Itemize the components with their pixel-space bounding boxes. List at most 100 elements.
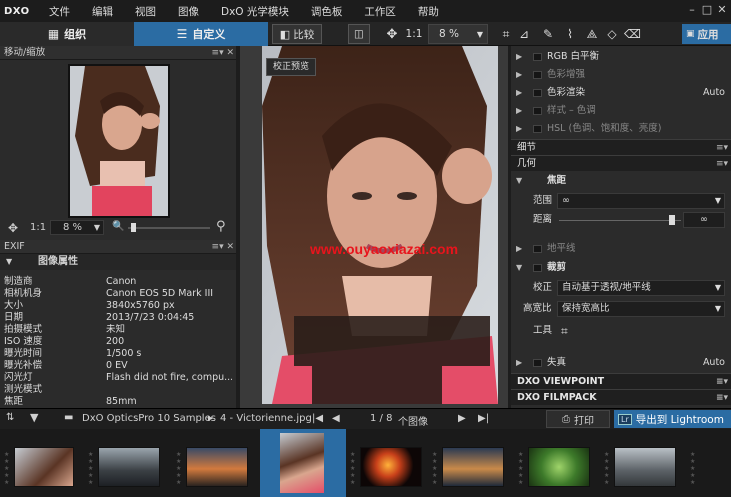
sort-icon[interactable]: ⇅ bbox=[6, 412, 14, 423]
selected-thumbnail[interactable] bbox=[280, 433, 324, 493]
section-menu-icon[interactable]: ≡▾ bbox=[716, 140, 728, 156]
thumbnail[interactable] bbox=[360, 447, 422, 487]
compare-button[interactable]: ◧ 比较 bbox=[272, 24, 322, 44]
first-image-icon[interactable]: |◀ bbox=[312, 413, 323, 424]
enable-toggle[interactable] bbox=[533, 107, 542, 115]
section-menu-icon[interactable]: ≡▾ bbox=[716, 156, 728, 172]
section-geometry[interactable]: 几何 ≡▾ bbox=[511, 155, 731, 171]
folder-path[interactable]: DxO OpticsPro 10 Samples bbox=[82, 413, 216, 424]
collapse-triangle-icon: ▼ bbox=[516, 263, 523, 272]
minimize-button[interactable]: – bbox=[685, 3, 699, 17]
menu-view[interactable]: 视图 bbox=[124, 4, 167, 19]
rating-stars[interactable]: ★ ★ ★ ★ ★ bbox=[176, 451, 184, 486]
printer-icon: ⎙ bbox=[562, 413, 570, 425]
rating-stars[interactable]: ★ ★ ★ ★ ★ bbox=[604, 451, 612, 486]
section-detail[interactable]: 细节 ≡▾ bbox=[511, 139, 731, 155]
focal-header[interactable]: ▼ 焦距 bbox=[511, 173, 731, 189]
rating-stars[interactable]: ★ ★ ★ ★ ★ bbox=[432, 451, 440, 486]
horizon-row[interactable]: ▶ 地平线 bbox=[511, 241, 731, 257]
rating-stars[interactable]: ★ ★ ★ ★ ★ bbox=[350, 451, 358, 486]
selected-thumbnail-frame[interactable] bbox=[260, 429, 346, 497]
expand-triangle-icon: ▶ bbox=[516, 106, 523, 115]
zoom-select[interactable]: 8 % ▼ bbox=[428, 24, 488, 44]
distance-slider[interactable] bbox=[559, 220, 681, 221]
local-adjust-icon[interactable]: ◇ bbox=[604, 26, 620, 42]
tab-organize-label: 组织 bbox=[64, 28, 87, 41]
apply-button[interactable]: ▣ 应用 bbox=[682, 24, 731, 44]
thumbnail[interactable] bbox=[614, 447, 676, 487]
enable-toggle[interactable] bbox=[533, 71, 542, 79]
distortion-row[interactable]: ▶ 失真 Auto bbox=[511, 355, 731, 371]
zoom-1to1-button[interactable]: 1:1 bbox=[404, 24, 424, 44]
enable-toggle[interactable] bbox=[533, 359, 542, 367]
thumbnail[interactable] bbox=[98, 447, 160, 487]
menu-image[interactable]: 图像 bbox=[167, 4, 210, 19]
rating-stars[interactable]: ★ ★ ★ ★ ★ bbox=[88, 451, 96, 486]
panel-menu-icon[interactable]: ≡▾ ✕ bbox=[212, 46, 234, 60]
enable-toggle[interactable] bbox=[533, 264, 542, 272]
exif-menu-icon[interactable]: ≡▾ ✕ bbox=[212, 240, 234, 254]
next-image-icon[interactable]: ▶ bbox=[458, 413, 466, 424]
straighten-tool-icon[interactable]: ⊿ bbox=[516, 26, 532, 42]
enable-toggle[interactable] bbox=[533, 245, 542, 253]
tab-customize[interactable]: ☰ 自定义 bbox=[134, 22, 268, 46]
last-image-icon[interactable]: ▶| bbox=[478, 413, 489, 424]
rgb-white-balance-row[interactable]: ▶ RGB 白平衡 bbox=[511, 49, 731, 65]
move-icon[interactable]: ✥ bbox=[8, 221, 18, 235]
rating-stars[interactable]: ★ ★ ★ ★ ★ bbox=[690, 451, 698, 486]
section-menu-icon[interactable]: ≡▾ bbox=[716, 374, 728, 390]
thumbnail[interactable] bbox=[442, 447, 504, 487]
zoom-slider-handle[interactable] bbox=[131, 223, 136, 232]
zoom-slider[interactable] bbox=[128, 227, 210, 229]
prev-image-icon[interactable]: ◀ bbox=[332, 413, 340, 424]
zoom-in-icon[interactable]: ⚲ bbox=[216, 219, 226, 234]
crop-tool-icon[interactable]: ⌗ bbox=[498, 26, 514, 42]
restore-button[interactable]: □ bbox=[700, 3, 714, 17]
print-button[interactable]: ⎙ 打印 bbox=[546, 410, 610, 428]
enable-toggle[interactable] bbox=[533, 53, 542, 61]
zoom-out-icon[interactable]: 🔍 bbox=[112, 221, 124, 232]
image-props-header[interactable]: ▼ 图像属性 bbox=[0, 254, 236, 270]
style-tone-row[interactable]: ▶ 样式 – 色调 bbox=[511, 103, 731, 119]
menu-edit[interactable]: 编辑 bbox=[81, 4, 124, 19]
tab-organize[interactable]: ▦ 组织 bbox=[0, 22, 134, 46]
hsl-row[interactable]: ▶ HSL (色调、饱和度、亮度) bbox=[511, 121, 731, 137]
correction-select[interactable]: 自动基于透视/地平线 ▼ bbox=[557, 280, 725, 296]
close-window-button[interactable]: ✕ bbox=[715, 3, 729, 17]
menu-palettes[interactable]: 调色板 bbox=[300, 4, 354, 19]
crop-header[interactable]: ▼ 裁剪 bbox=[511, 260, 731, 276]
menu-optics[interactable]: DxO 光学模块 bbox=[210, 4, 300, 19]
navigator-zoom-select[interactable]: 8 % ▼ bbox=[50, 220, 104, 235]
menu-file[interactable]: 文件 bbox=[38, 4, 81, 19]
menu-workspace[interactable]: 工作区 bbox=[353, 4, 407, 19]
menu-help[interactable]: 帮助 bbox=[407, 4, 450, 19]
zoom-1to1-label[interactable]: 1:1 bbox=[30, 222, 46, 233]
section-filmpack[interactable]: DXO FILMPACK ≡▾ bbox=[511, 389, 731, 405]
enable-toggle[interactable] bbox=[533, 125, 542, 133]
distance-input[interactable]: ∞ bbox=[683, 212, 725, 228]
image-viewer[interactable]: 校正预览 www.ouyaoxiazai.com ••• bbox=[240, 46, 508, 415]
filter-icon[interactable]: ▼ bbox=[30, 411, 38, 424]
crop-tool-icon[interactable]: ⌗ bbox=[561, 323, 568, 339]
enable-toggle[interactable] bbox=[533, 89, 542, 97]
eraser-icon[interactable]: ⌫ bbox=[624, 26, 641, 42]
perspective-icon[interactable]: ⟁ bbox=[584, 26, 600, 42]
section-menu-icon[interactable]: ≡▾ bbox=[716, 390, 728, 406]
export-lightroom-button[interactable]: Lr 导出到 Lightroom bbox=[614, 410, 731, 428]
white-balance-picker-icon[interactable]: ✎ bbox=[540, 26, 556, 42]
distance-slider-handle[interactable] bbox=[669, 215, 675, 225]
pan-tool-button[interactable]: ✥ bbox=[384, 24, 400, 44]
section-viewpoint[interactable]: DXO VIEWPOINT ≡▾ bbox=[511, 373, 731, 389]
aspect-select[interactable]: 保持宽高比 ▼ bbox=[557, 301, 725, 317]
thumbnail[interactable] bbox=[186, 447, 248, 487]
rating-stars[interactable]: ★ ★ ★ ★ ★ bbox=[518, 451, 526, 486]
navigator-thumbnail[interactable] bbox=[68, 64, 170, 218]
color-accent-row[interactable]: ▶ 色彩增强 bbox=[511, 67, 731, 83]
volume-deformation-icon[interactable]: ⌇ bbox=[562, 26, 578, 42]
range-select[interactable]: ∞ ▼ bbox=[557, 193, 725, 209]
rating-stars[interactable]: ★ ★ ★ ★ ★ bbox=[4, 451, 12, 486]
color-rendering-row[interactable]: ▶ 色彩渲染 Auto bbox=[511, 85, 731, 101]
split-view-button[interactable]: ◫ bbox=[348, 24, 370, 44]
thumbnail[interactable] bbox=[14, 447, 74, 487]
thumbnail[interactable] bbox=[528, 447, 590, 487]
